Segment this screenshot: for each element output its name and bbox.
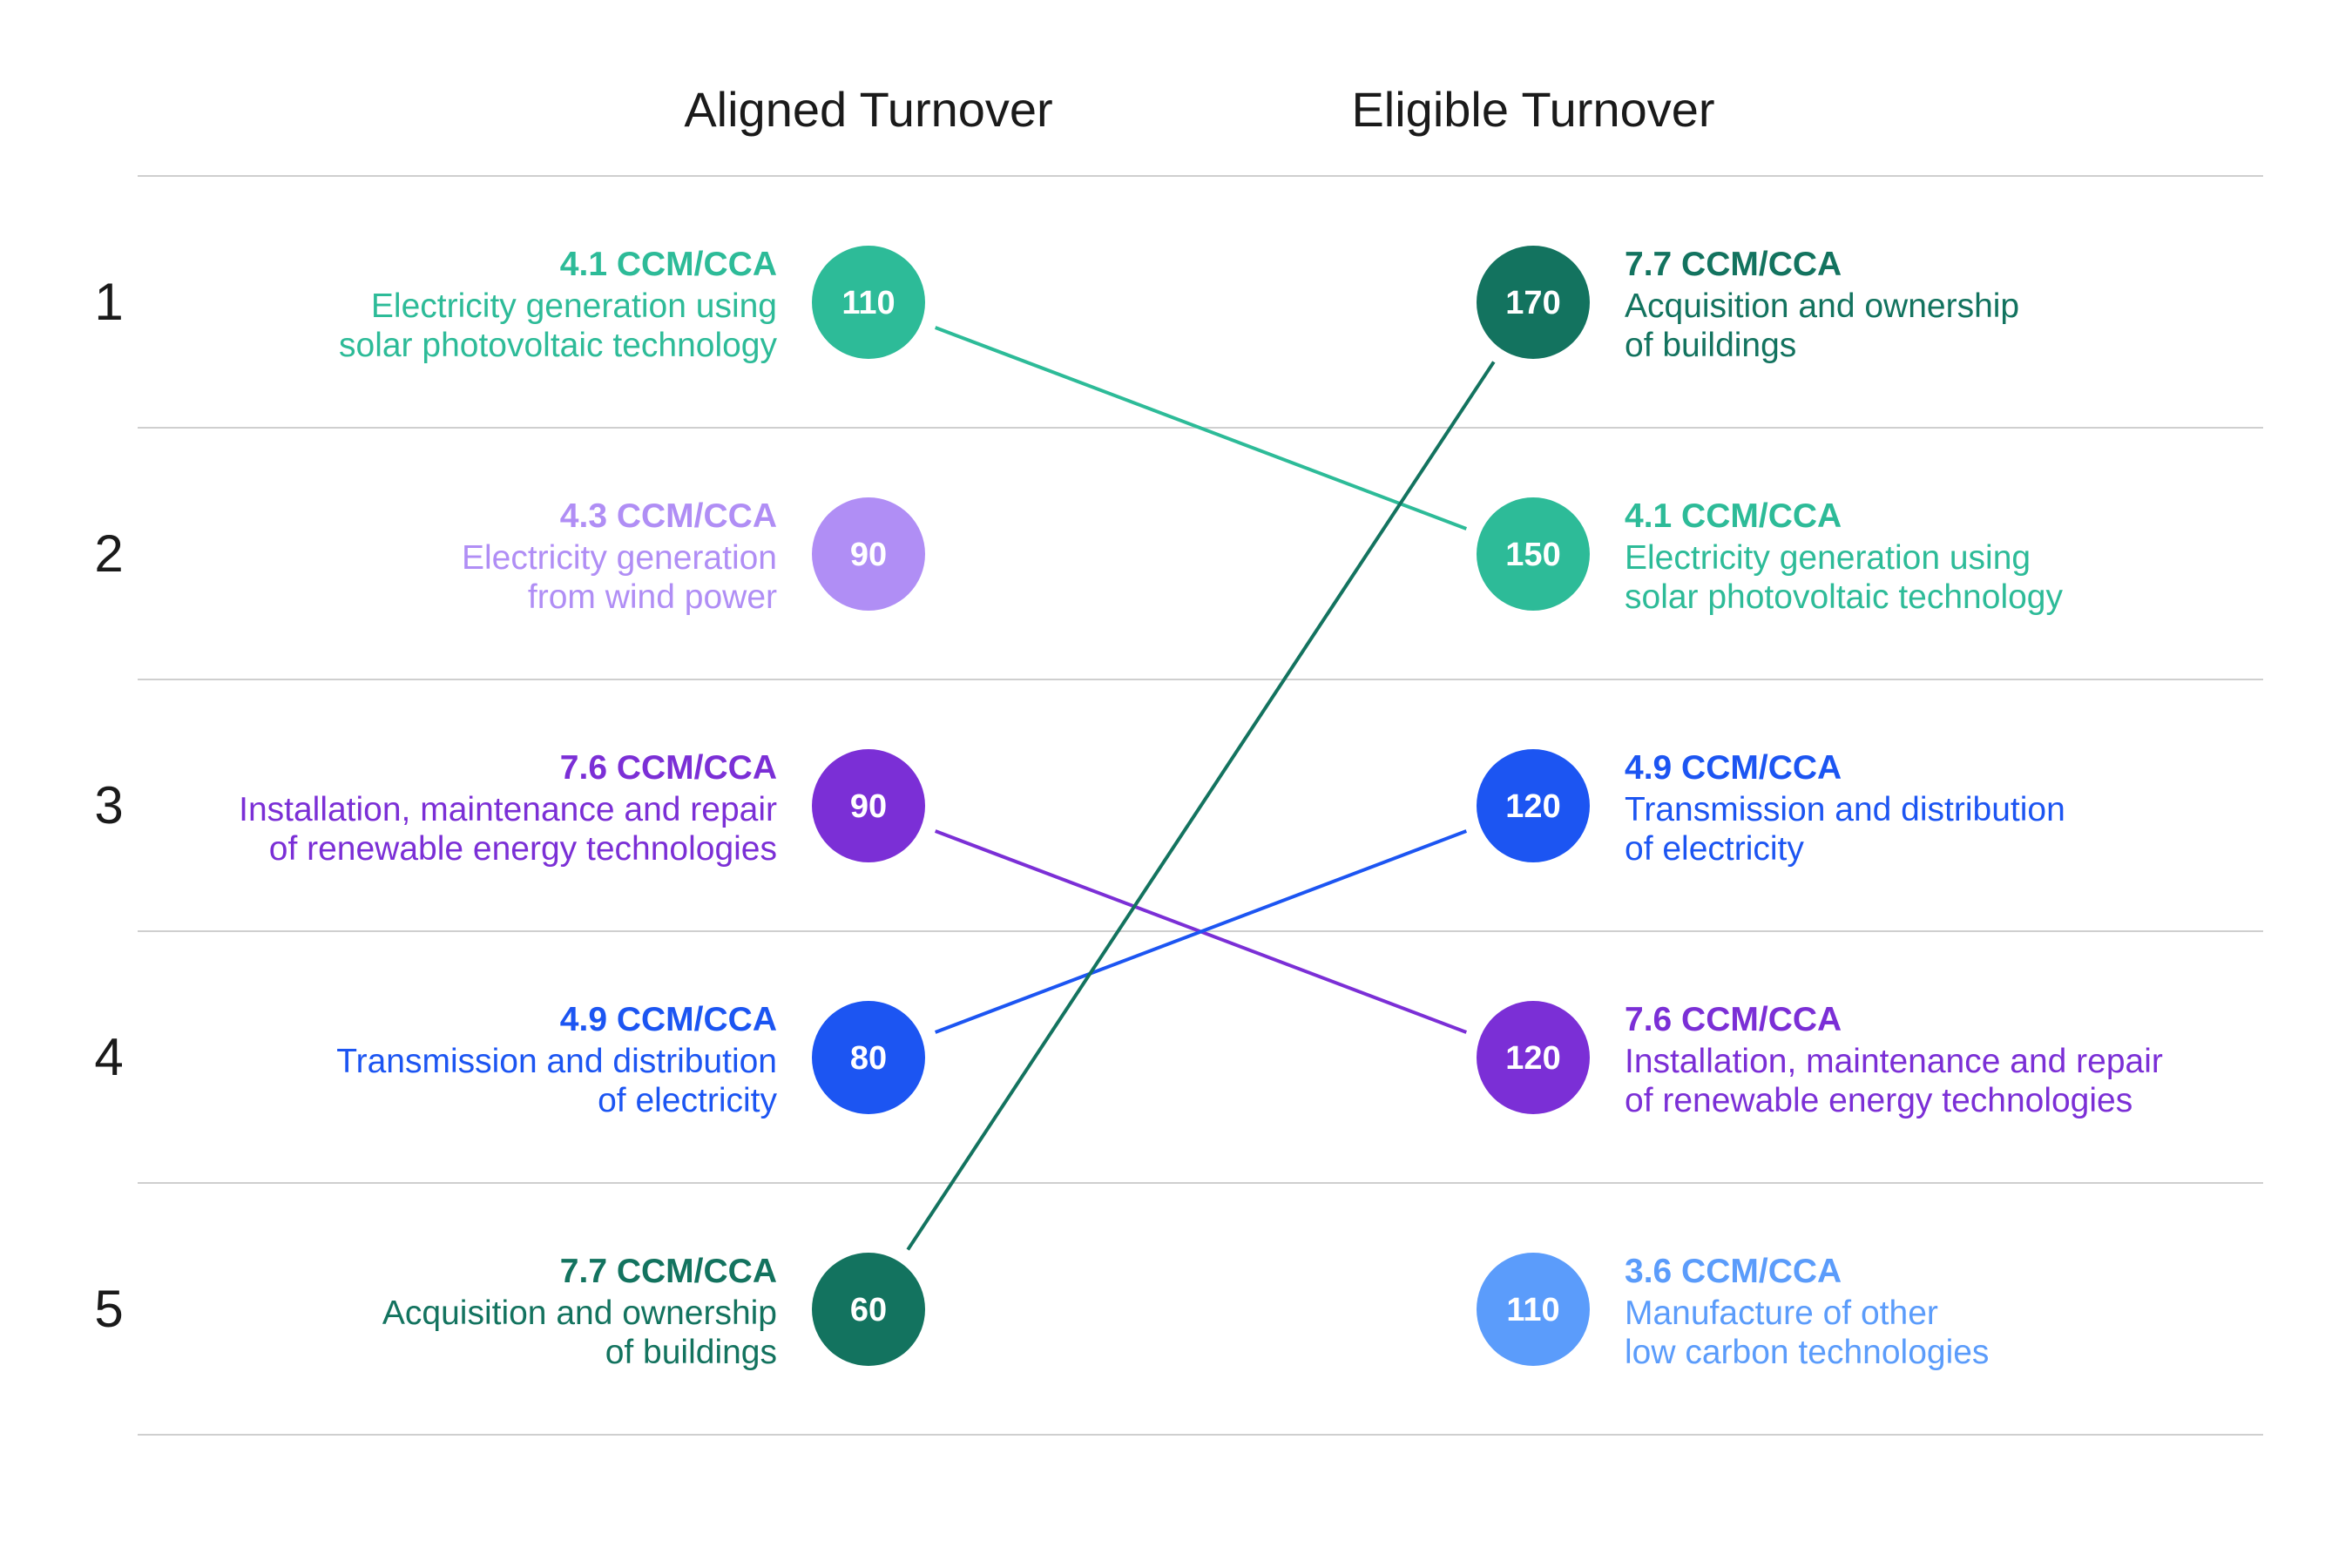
aligned-value-label: 90 bbox=[850, 537, 887, 573]
aligned-activity-description: Acquisition and ownership bbox=[382, 1294, 777, 1332]
eligible-activity-description: Acquisition and ownership bbox=[1625, 287, 2019, 325]
rank-label: 3 bbox=[94, 776, 123, 835]
aligned-value-label: 80 bbox=[850, 1040, 887, 1077]
eligible-item-2: 150 4.1 CCM/CCA Electricity generation usi… bbox=[1477, 497, 2063, 616]
eligible-item-4: 120 7.6 CCM/CCA Installation, maintenance … bbox=[1477, 1001, 2163, 1119]
eligible-activity-description: Manufacture of other bbox=[1625, 1294, 1938, 1332]
rank-label: 4 bbox=[94, 1028, 123, 1086]
eligible-value-label: 120 bbox=[1505, 1040, 1560, 1077]
eligible-activity-code: 7.7 CCM/CCA bbox=[1625, 246, 1842, 283]
aligned-value-label: 110 bbox=[841, 285, 895, 321]
rank-label: 5 bbox=[94, 1280, 123, 1338]
eligible-activity-code: 4.1 CCM/CCA bbox=[1625, 497, 1842, 535]
rank-labels: 1 2 3 4 5 bbox=[94, 273, 123, 1338]
eligible-activity-description: Transmission and distribution bbox=[1625, 791, 2065, 828]
eligible-activity-description: Electricity generation using bbox=[1625, 539, 2031, 577]
aligned-item-3: 90 7.6 CCM/CCA Installation, maintenance a… bbox=[239, 749, 925, 868]
eligible-activity-description: Installation, maintenance and repair bbox=[1625, 1043, 2163, 1080]
eligible-column-title: Eligible Turnover bbox=[1351, 82, 1714, 137]
eligible-item-5: 110 3.6 CCM/CCA Manufacture of otherlow ca… bbox=[1477, 1253, 1989, 1371]
eligible-activity-description: solar photovoltaic technology bbox=[1625, 578, 2063, 616]
eligible-value-label: 120 bbox=[1505, 788, 1560, 825]
eligible-item-3: 120 4.9 CCM/CCA Transmission and distribut… bbox=[1477, 749, 2065, 868]
connector-lines bbox=[906, 326, 1496, 1251]
eligible-value-label: 110 bbox=[1506, 1292, 1559, 1328]
eligible-activity-description: low carbon technologies bbox=[1625, 1334, 1989, 1371]
aligned-activity-description: solar photovoltaic technology bbox=[339, 327, 777, 364]
eligible-activity-code: 4.9 CCM/CCA bbox=[1625, 749, 1842, 787]
aligned-activity-description: from wind power bbox=[528, 578, 777, 616]
aligned-activity-description: of renewable energy technologies bbox=[269, 830, 777, 868]
aligned-activity-description: Electricity generation bbox=[462, 539, 777, 577]
aligned-activity-code: 4.9 CCM/CCA bbox=[560, 1001, 777, 1038]
aligned-activity-description: Transmission and distribution bbox=[336, 1043, 777, 1080]
aligned-activity-description: of electricity bbox=[598, 1082, 777, 1119]
aligned-activity-description: of buildings bbox=[605, 1334, 777, 1371]
aligned-activity-code: 4.3 CCM/CCA bbox=[560, 497, 777, 535]
aligned-activity-code: 7.7 CCM/CCA bbox=[560, 1253, 777, 1290]
eligible-item-1: 170 7.7 CCM/CCA Acquisition and ownershipo… bbox=[1477, 246, 2019, 364]
aligned-activity-description: Installation, maintenance and repair bbox=[239, 791, 777, 828]
eligible-activity-description: of electricity bbox=[1625, 830, 1804, 868]
eligible-value-label: 170 bbox=[1505, 285, 1560, 321]
rank-label: 2 bbox=[94, 524, 123, 583]
eligible-value-label: 150 bbox=[1505, 537, 1560, 573]
eligible-activity-description: of renewable energy technologies bbox=[1625, 1082, 2132, 1119]
aligned-activity-code: 7.6 CCM/CCA bbox=[560, 749, 777, 787]
aligned-item-5: 60 7.7 CCM/CCA Acquisition and ownershipof… bbox=[382, 1253, 925, 1371]
eligible-activity-description: of buildings bbox=[1625, 327, 1796, 364]
aligned-activity-code: 4.1 CCM/CCA bbox=[560, 246, 777, 283]
aligned-item-2: 90 4.3 CCM/CCA Electricity generationfrom … bbox=[462, 497, 925, 616]
aligned-value-label: 90 bbox=[850, 788, 887, 825]
rank-label: 1 bbox=[94, 273, 123, 331]
aligned-column-title: Aligned Turnover bbox=[684, 82, 1052, 137]
aligned-value-label: 60 bbox=[850, 1292, 887, 1328]
slope-chart: Aligned Turnover Eligible Turnover 1 2 3 4 5… bbox=[94, 82, 2263, 1436]
aligned-item-1: 110 4.1 CCM/CCA Electricity generation usi… bbox=[339, 246, 925, 364]
eligible-activity-code: 7.6 CCM/CCA bbox=[1625, 1001, 1842, 1038]
eligible-activity-code: 3.6 CCM/CCA bbox=[1625, 1253, 1842, 1290]
aligned-item-4: 80 4.9 CCM/CCA Transmission and distributi… bbox=[336, 1001, 925, 1119]
connector-line-a77 bbox=[906, 361, 1496, 1251]
aligned-activity-description: Electricity generation using bbox=[371, 287, 777, 325]
